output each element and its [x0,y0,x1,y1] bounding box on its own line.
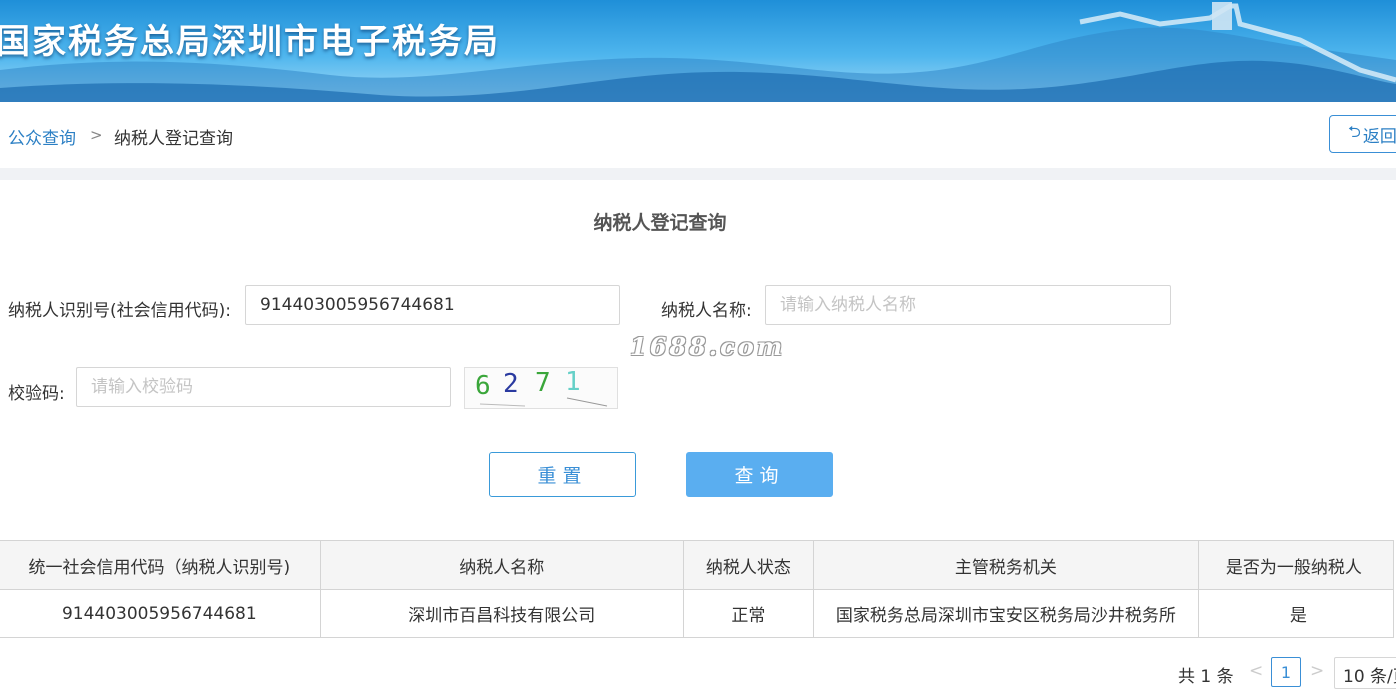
back-button[interactable]: ⮌ 返回 [1329,115,1396,153]
captcha-image[interactable]: 6 2 7 1 [464,367,618,409]
reset-button[interactable]: 重置 [489,452,636,497]
header-taxpayer-status: 纳税人状态 [682,540,814,590]
breadcrumb-public-query-link[interactable]: 公众查询 [8,124,76,149]
header-credit-code: 统一社会信用代码（纳税人识别号) [0,540,321,590]
header-tax-authority: 主管税务机关 [812,540,1199,590]
table-header-row: 统一社会信用代码（纳税人识别号) 纳税人名称 纳税人状态 主管税务机关 是否为一… [0,540,1395,590]
page-size-select[interactable]: 10 条/页 [1334,657,1396,689]
watermark-text: 1688.com [630,332,786,361]
captcha-digit-2: 2 [503,369,519,399]
taxpayer-id-input[interactable] [245,285,620,325]
undo-arrow-icon: ⮌ [1348,121,1361,141]
site-title: 国家税务总局深圳市电子税务局 [0,22,500,62]
back-button-label: 返回 [1362,126,1396,147]
header-general-taxpayer: 是否为一般纳税人 [1197,540,1395,590]
taxpayer-name-input[interactable] [765,285,1171,325]
cell-general-taxpayer: 是 [1197,589,1395,638]
table-row: 914403005956744681 深圳市百昌科技有限公司 正常 国家税务总局… [0,589,1395,638]
breadcrumb-current: 纳税人登记查询 [114,129,233,149]
section-divider [0,168,1396,180]
results-table: 统一社会信用代码（纳税人识别号) 纳税人名称 纳税人状态 主管税务机关 是否为一… [0,540,1395,638]
form-title: 纳税人登记查询 [593,212,727,234]
captcha-label: 校验码: [8,384,65,404]
captcha-digit-3: 7 [535,368,551,398]
captcha-input[interactable] [76,367,451,407]
pagination-next-icon[interactable]: > [1310,661,1324,681]
pagination-total: 共 1 条 [1178,667,1234,687]
taxpayer-name-label: 纳税人名称: [661,301,752,321]
captcha-digit-4: 1 [565,368,581,397]
pagination-prev-icon[interactable]: < [1249,661,1263,681]
breadcrumb: 公众查询 > 纳税人登记查询 ⮌ 返回 [0,102,1396,168]
cell-credit-code: 914403005956744681 [0,589,321,638]
cell-taxpayer-status: 正常 [682,589,814,638]
captcha-digit-1: 6 [475,371,491,401]
header-taxpayer-name: 纳税人名称 [319,540,684,590]
taxpayer-id-label: 纳税人识别号(社会信用代码): [8,301,231,321]
breadcrumb-separator: > [90,126,103,144]
pagination-page-1[interactable]: 1 [1271,657,1301,687]
cell-tax-authority: 国家税务总局深圳市宝安区税务局沙井税务所 [812,589,1199,638]
cell-taxpayer-name: 深圳市百昌科技有限公司 [319,589,684,638]
query-button[interactable]: 查询 [686,452,833,497]
header-banner: 国家税务总局深圳市电子税务局 [0,0,1396,102]
